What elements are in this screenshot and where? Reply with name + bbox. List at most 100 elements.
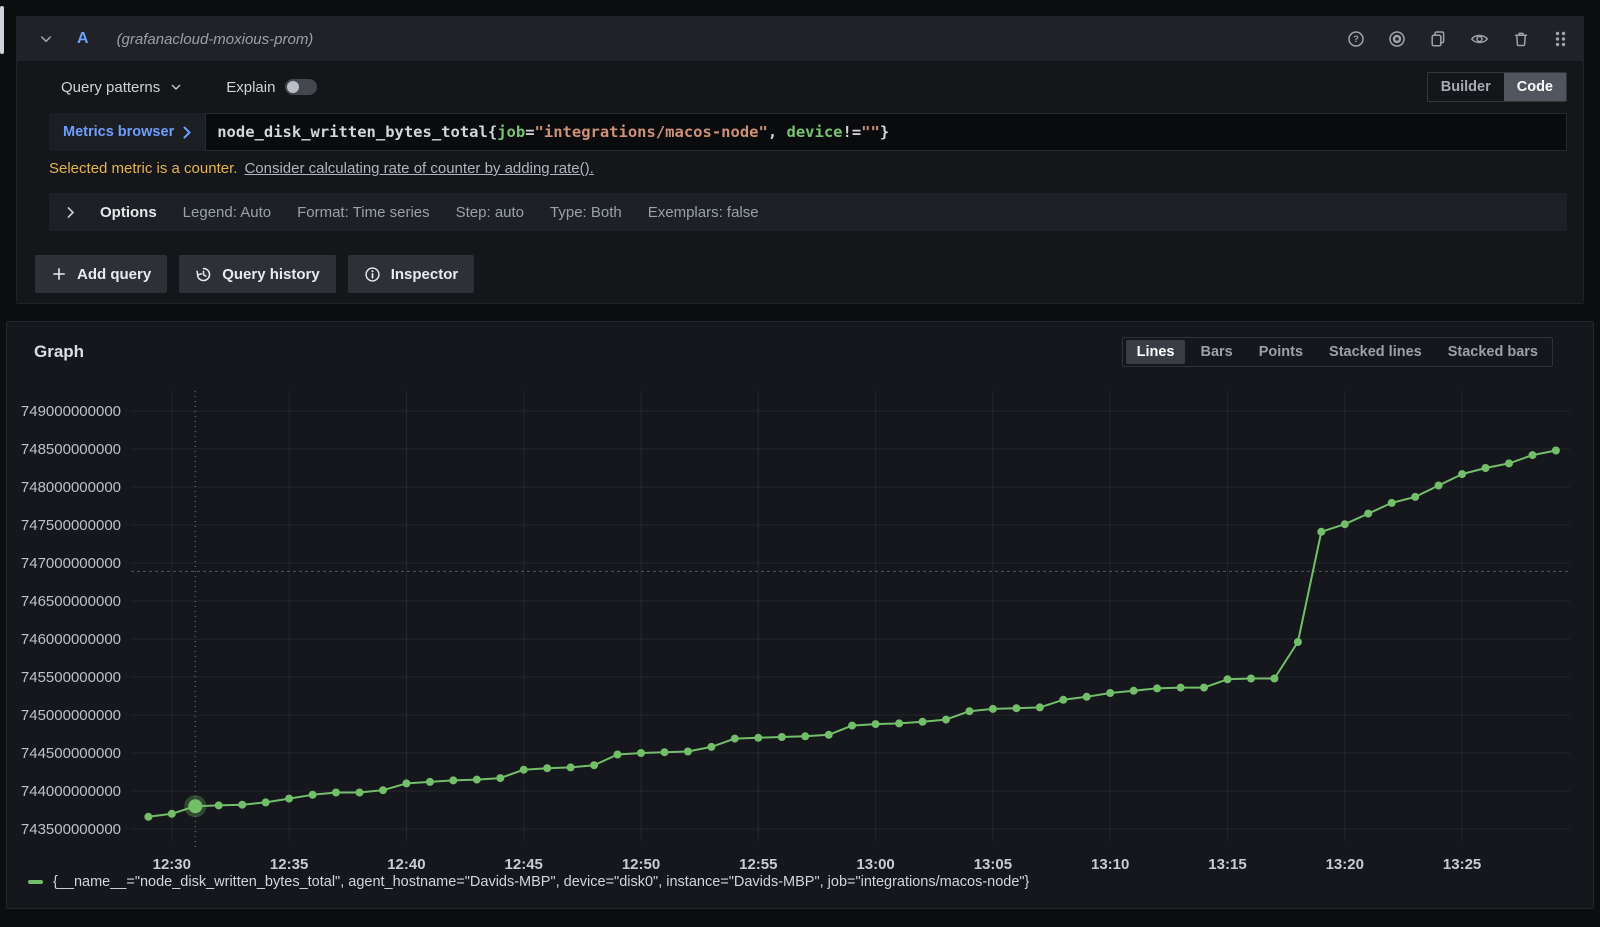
data-point[interactable] (1458, 470, 1466, 478)
data-point[interactable] (919, 718, 927, 726)
history-icon (195, 266, 212, 283)
add-query-button[interactable]: Add query (35, 255, 167, 293)
data-point[interactable] (1341, 520, 1349, 528)
data-point[interactable] (567, 763, 575, 771)
data-point[interactable] (1106, 689, 1114, 697)
options-collapsed-row[interactable]: Options Legend: AutoFormat: Time seriesS… (49, 193, 1567, 231)
data-point[interactable] (1482, 464, 1490, 472)
data-point[interactable] (989, 705, 997, 713)
data-point[interactable] (1083, 693, 1091, 701)
add-rate-link[interactable]: Consider calculating rate of counter by … (244, 160, 593, 177)
graph-style-option-stacked-lines[interactable]: Stacked lines (1318, 340, 1433, 364)
metrics-browser-button[interactable]: Metrics browser (49, 113, 205, 151)
data-point[interactable] (1059, 696, 1067, 704)
data-point[interactable] (942, 716, 950, 724)
data-point[interactable] (168, 810, 176, 818)
graph-style-radio-group: LinesBarsPointsStacked linesStacked bars (1122, 337, 1553, 367)
data-point[interactable] (496, 774, 504, 782)
mode-option-code[interactable]: Code (1504, 73, 1566, 101)
data-point[interactable] (1529, 451, 1537, 459)
data-point[interactable] (449, 776, 457, 784)
data-point[interactable] (426, 778, 434, 786)
data-point[interactable] (1270, 675, 1278, 683)
data-point[interactable] (801, 732, 809, 740)
data-point[interactable] (402, 779, 410, 787)
graph-style-option-bars[interactable]: Bars (1189, 340, 1243, 364)
data-point[interactable] (1411, 493, 1419, 501)
data-point[interactable] (872, 720, 880, 728)
data-point[interactable] (1012, 704, 1020, 712)
record-icon[interactable] (1388, 30, 1406, 48)
data-point[interactable] (637, 749, 645, 757)
chart-legend: {__name__="node_disk_written_bytes_total… (28, 874, 1029, 890)
data-point[interactable] (543, 764, 551, 772)
options-summary-item: Exemplars: false (648, 204, 759, 221)
data-point[interactable] (309, 791, 317, 799)
query-ref-id: A (77, 30, 89, 48)
mode-option-builder[interactable]: Builder (1428, 73, 1504, 101)
data-point[interactable] (754, 734, 762, 742)
eye-icon[interactable] (1470, 30, 1489, 48)
data-point[interactable] (1388, 499, 1396, 507)
data-point[interactable] (379, 786, 387, 794)
data-point[interactable] (895, 719, 903, 727)
graph-style-option-lines[interactable]: Lines (1126, 340, 1186, 364)
x-axis-tick-label: 13:20 (1326, 856, 1364, 873)
data-point[interactable] (848, 722, 856, 730)
data-point[interactable] (1505, 459, 1513, 467)
plus-icon (51, 266, 67, 282)
data-point[interactable] (332, 789, 340, 797)
query-segment-plain: node_disk_written_bytes_total{ (217, 123, 497, 141)
data-point[interactable] (1552, 447, 1560, 455)
data-point[interactable] (1200, 684, 1208, 692)
legend-series-label[interactable]: {__name__="node_disk_written_bytes_total… (53, 874, 1029, 890)
data-point[interactable] (825, 731, 833, 739)
drag-handle-icon[interactable] (1553, 30, 1567, 48)
data-point[interactable] (1036, 703, 1044, 711)
promql-query-input[interactable]: node_disk_written_bytes_total{job="integ… (205, 113, 1567, 151)
data-point[interactable] (1294, 638, 1302, 646)
x-axis-tick-label: 13:05 (974, 856, 1012, 873)
data-point[interactable] (707, 743, 715, 751)
explain-toggle[interactable] (285, 79, 317, 95)
x-axis-tick-label: 13:00 (856, 856, 894, 873)
data-point[interactable] (262, 798, 270, 806)
x-axis-tick-label: 12:35 (270, 856, 308, 873)
data-point[interactable] (1153, 684, 1161, 692)
options-label: Options (100, 204, 157, 221)
data-point[interactable] (1224, 675, 1232, 683)
data-point[interactable] (778, 733, 786, 741)
data-point[interactable] (238, 801, 246, 809)
query-row-header[interactable]: A (grafanacloud-moxious-prom) ? (17, 17, 1583, 61)
trash-icon[interactable] (1512, 30, 1530, 48)
scrollbar-thumb[interactable] (0, 6, 4, 54)
query-history-button[interactable]: Query history (179, 255, 336, 293)
data-point[interactable] (1130, 687, 1138, 695)
data-point[interactable] (285, 795, 293, 803)
data-point[interactable] (661, 748, 669, 756)
data-point[interactable] (590, 761, 598, 769)
data-point[interactable] (684, 748, 692, 756)
graph-style-option-points[interactable]: Points (1248, 340, 1314, 364)
data-point[interactable] (520, 766, 528, 774)
data-point[interactable] (1364, 510, 1372, 518)
data-point[interactable] (473, 776, 481, 784)
data-point[interactable] (215, 801, 223, 809)
inspector-button[interactable]: Inspector (348, 255, 475, 293)
data-point[interactable] (1435, 482, 1443, 490)
data-point[interactable] (731, 735, 739, 743)
data-point[interactable] (1177, 684, 1185, 692)
data-point[interactable] (1247, 675, 1255, 683)
help-icon[interactable]: ? (1347, 30, 1365, 48)
data-point[interactable] (1317, 528, 1325, 536)
query-patterns-dropdown[interactable]: Query patterns (61, 79, 182, 96)
chevron-down-icon[interactable] (39, 32, 53, 46)
timeseries-chart[interactable]: 7435000000007440000000007445000000007450… (7, 322, 1595, 910)
data-point[interactable] (144, 813, 152, 821)
hover-point[interactable] (188, 799, 202, 813)
copy-icon[interactable] (1429, 30, 1447, 48)
graph-style-option-stacked-bars[interactable]: Stacked bars (1437, 340, 1549, 364)
data-point[interactable] (356, 789, 364, 797)
data-point[interactable] (965, 707, 973, 715)
data-point[interactable] (614, 751, 622, 759)
